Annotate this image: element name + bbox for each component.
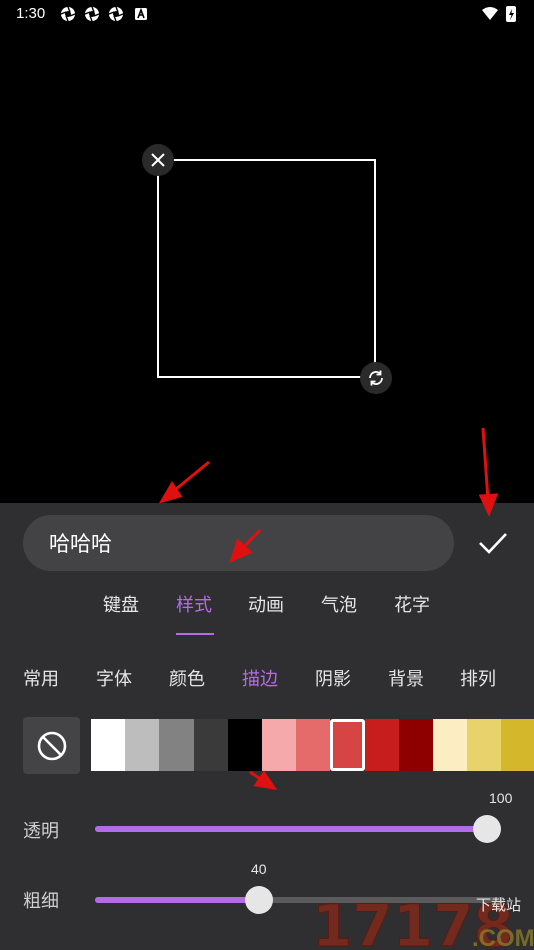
- color-swatch[interactable]: [261, 719, 297, 771]
- status-time: 1:30: [16, 5, 46, 22]
- prohibit-icon: [37, 731, 66, 760]
- main-tabs: 键盘 样式 动画 气泡 花字: [0, 591, 534, 635]
- active-tab-indicator: [176, 633, 214, 635]
- color-swatch[interactable]: [159, 719, 194, 771]
- color-swatch[interactable]: [364, 719, 399, 771]
- aperture-icon: [108, 6, 124, 22]
- thickness-slider-fill: [95, 897, 259, 903]
- tab-fancy-text[interactable]: 花字: [394, 591, 430, 617]
- close-icon: [151, 153, 165, 167]
- color-swatch[interactable]: [398, 719, 433, 771]
- text-bounding-box[interactable]: [157, 159, 376, 378]
- rotate-icon: [369, 370, 383, 386]
- tab-animation[interactable]: 动画: [248, 591, 284, 617]
- status-bar: 1:30: [0, 0, 534, 28]
- opacity-slider-fill: [95, 826, 501, 832]
- wifi-icon: [482, 7, 498, 20]
- text-input[interactable]: 哈哈哈: [23, 515, 454, 571]
- rotate-scale-handle[interactable]: [360, 362, 392, 394]
- color-swatch[interactable]: [467, 719, 502, 771]
- status-right-icons: [482, 6, 516, 22]
- confirm-button[interactable]: [470, 523, 516, 563]
- color-swatch[interactable]: [193, 719, 228, 771]
- tab-bubble[interactable]: 气泡: [321, 591, 357, 617]
- thickness-slider-thumb[interactable]: [245, 886, 273, 914]
- opacity-label: 透明: [23, 821, 59, 842]
- aperture-icon: [84, 6, 100, 22]
- subtab-shadow[interactable]: 阴影: [315, 665, 351, 691]
- tab-style[interactable]: 样式: [176, 591, 212, 617]
- color-swatch[interactable]: [91, 719, 126, 771]
- subtab-common[interactable]: 常用: [23, 665, 59, 691]
- opacity-slider[interactable]: [95, 815, 501, 843]
- color-swatch[interactable]: [227, 719, 262, 771]
- a-badge-icon: [135, 7, 147, 20]
- color-swatch[interactable]: [125, 719, 160, 771]
- delete-text-button[interactable]: [142, 144, 174, 176]
- no-stroke-button[interactable]: [23, 717, 80, 774]
- aperture-icon: [60, 6, 76, 22]
- subtab-arrange[interactable]: 排列: [460, 665, 496, 691]
- subtab-color[interactable]: 颜色: [169, 665, 205, 691]
- thickness-label: 粗细: [23, 891, 59, 912]
- video-canvas: [0, 28, 534, 503]
- color-swatch-strip: [91, 719, 534, 771]
- check-icon: [479, 533, 507, 554]
- text-style-panel: 哈哈哈 键盘 样式 动画 气泡 花字 常用 字体 颜色 描边 阴影 背景 排列 …: [0, 503, 534, 950]
- color-swatch[interactable]: [296, 719, 331, 771]
- watermark-domain: .COM: [472, 925, 534, 950]
- subtab-font[interactable]: 字体: [96, 665, 132, 691]
- subtab-stroke[interactable]: 描边: [242, 665, 278, 691]
- tab-keyboard[interactable]: 键盘: [103, 591, 139, 617]
- color-swatch[interactable]: [501, 719, 534, 771]
- watermark-tagline: 下载站: [476, 896, 521, 914]
- thickness-value: 40: [251, 861, 267, 877]
- opacity-slider-thumb[interactable]: [473, 815, 501, 843]
- color-swatch[interactable]: [432, 719, 468, 771]
- site-watermark: 17178 下载站 .COM: [312, 892, 534, 950]
- color-swatch[interactable]: [330, 719, 365, 771]
- style-sub-tabs: 常用 字体 颜色 描边 阴影 背景 排列: [0, 665, 534, 695]
- opacity-value: 100: [489, 790, 513, 806]
- subtab-background[interactable]: 背景: [388, 665, 424, 691]
